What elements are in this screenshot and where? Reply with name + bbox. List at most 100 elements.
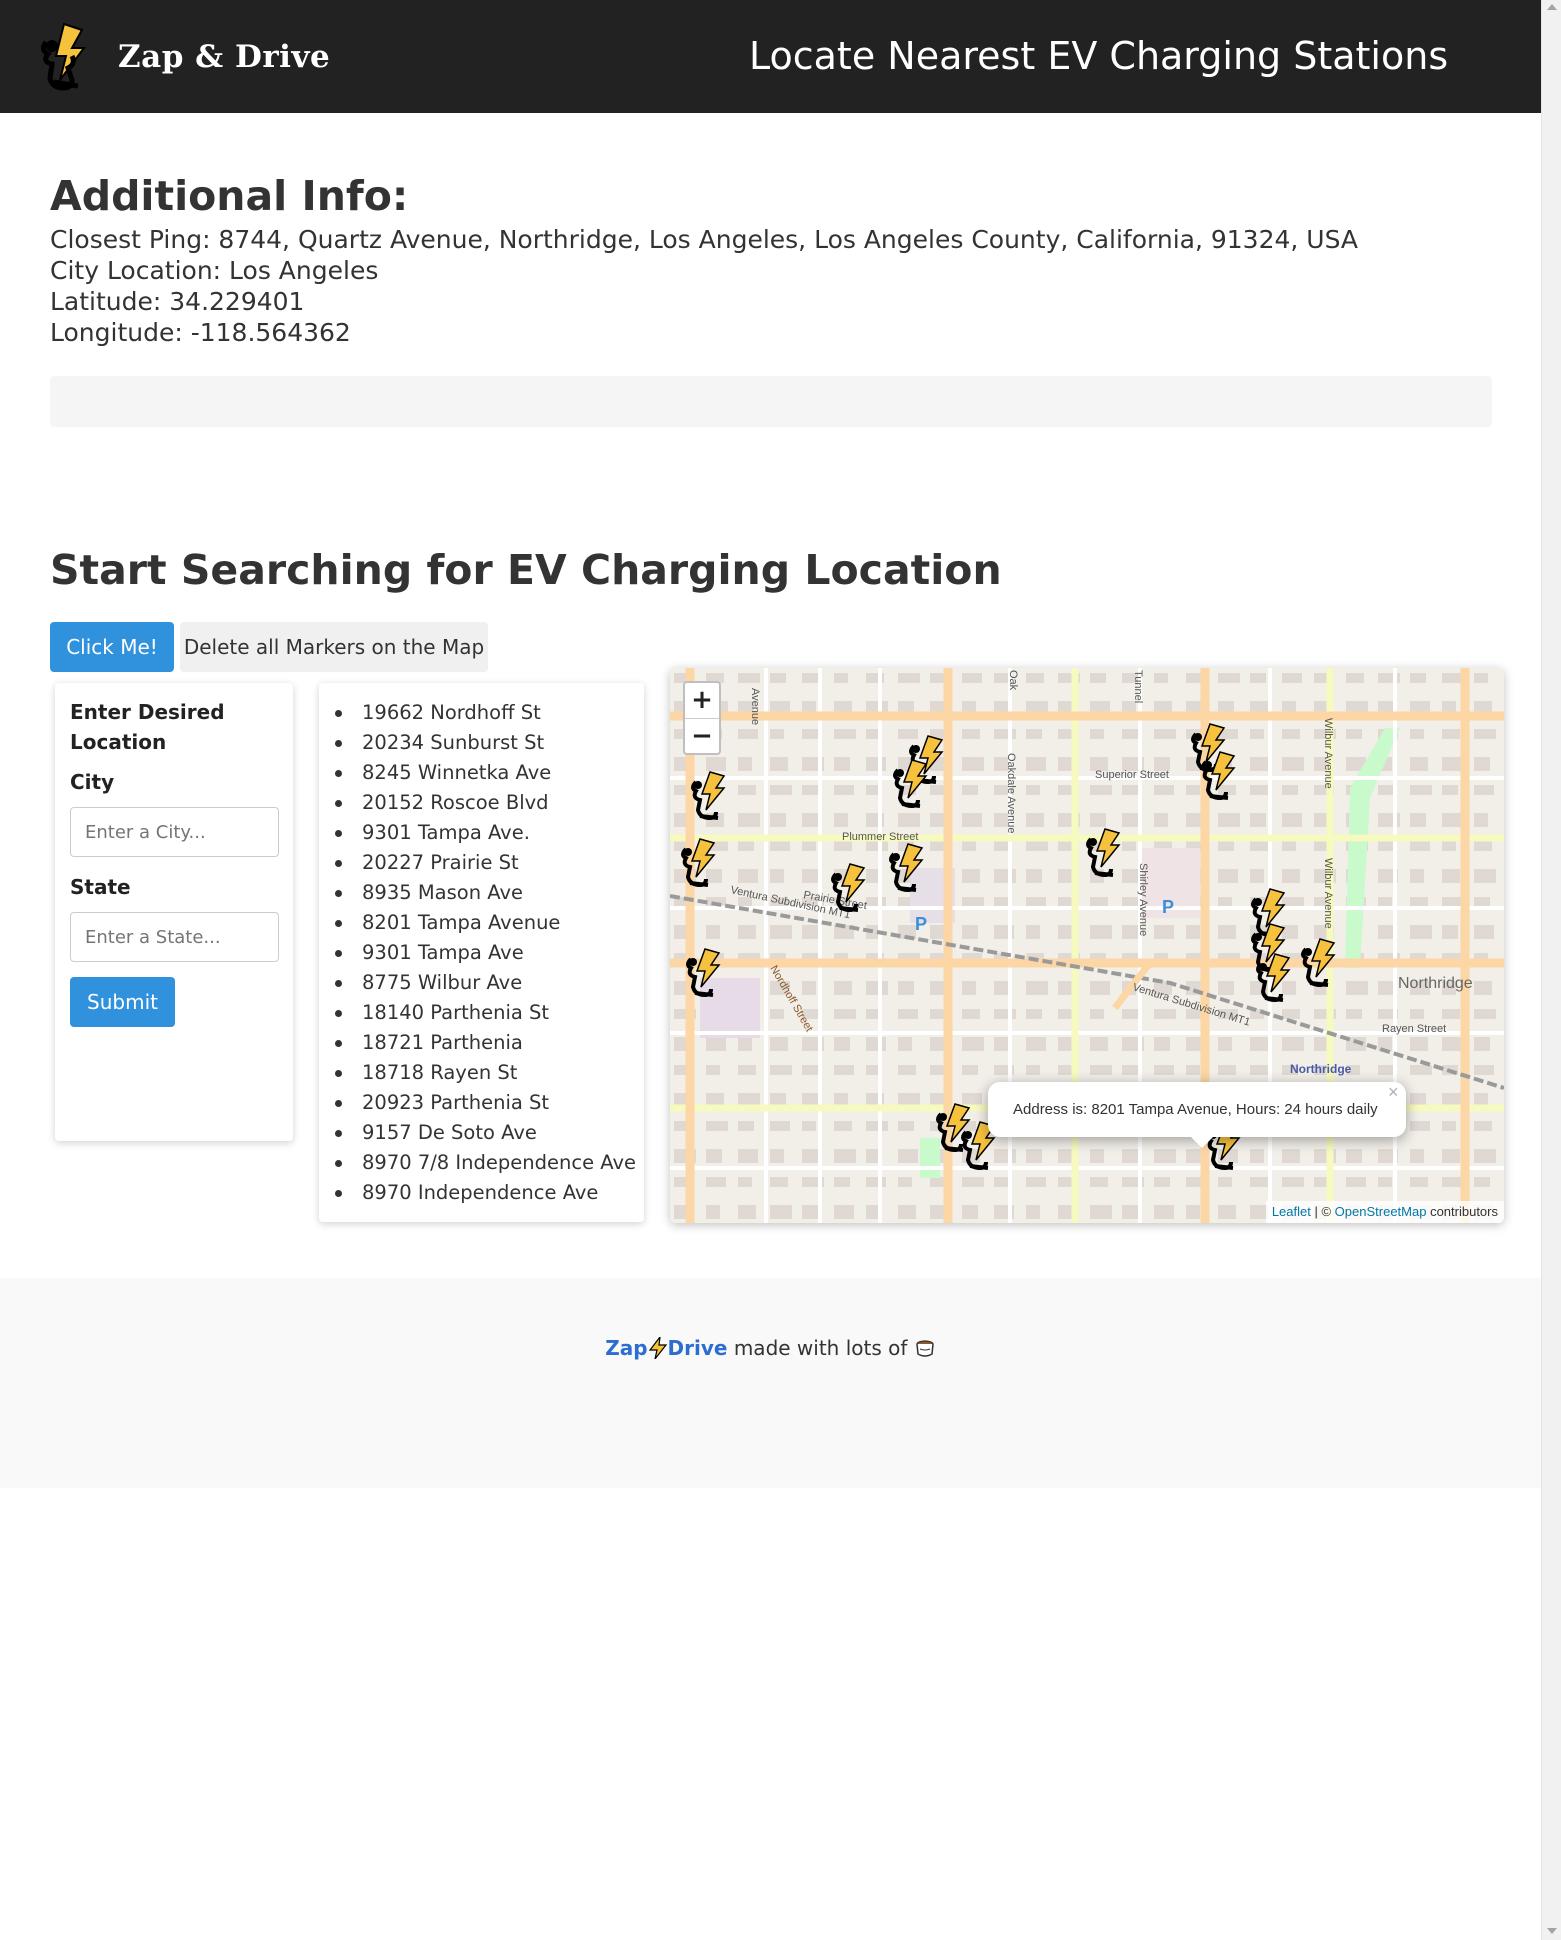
map-building <box>1250 673 1266 683</box>
map-building <box>898 1177 912 1187</box>
popup-tip <box>1190 1136 1214 1148</box>
map-building <box>962 1009 980 1019</box>
brand-link[interactable]: Zap & Drive <box>38 22 330 92</box>
map-building <box>1474 1121 1492 1131</box>
state-label: State <box>70 875 131 899</box>
map-building <box>706 757 726 771</box>
map-building <box>898 673 920 683</box>
map-building <box>834 1177 850 1187</box>
location-list-item: 8935 Mason Ave <box>319 878 636 908</box>
map-building <box>1218 1037 1232 1051</box>
map-building <box>1410 1177 1428 1187</box>
map-building <box>1442 869 1460 883</box>
info-well <box>50 376 1492 427</box>
zoom-out-button[interactable]: − <box>685 719 719 754</box>
map-building <box>962 1065 978 1075</box>
zoom-in-button[interactable]: + <box>685 683 719 718</box>
map-building <box>1090 813 1106 827</box>
bolt-icon <box>648 1337 667 1359</box>
map-building <box>770 1177 788 1187</box>
map-building <box>1474 1037 1490 1051</box>
map-building <box>1026 1009 1042 1019</box>
map-building <box>1442 1009 1460 1019</box>
openstreetmap-link[interactable]: OpenStreetMap <box>1335 1204 1427 1219</box>
map-building <box>962 981 976 995</box>
map-building <box>802 925 818 939</box>
city-input[interactable] <box>70 807 279 857</box>
map-building <box>802 1149 820 1163</box>
page-scrollbar[interactable] <box>1541 0 1561 1940</box>
map-building <box>1250 1037 1268 1051</box>
map-building <box>1154 1009 1176 1019</box>
street-label-oakdale: Oakdale Avenue <box>1005 753 1017 834</box>
footer-brand-drive[interactable]: Drive <box>668 1336 728 1360</box>
map-building <box>706 869 722 883</box>
map-building <box>1282 785 1298 795</box>
footer: Zap Drive made with lots of <box>0 1278 1541 1488</box>
map-building <box>738 841 754 851</box>
map-building <box>1474 785 1494 795</box>
map-building <box>1410 869 1424 883</box>
map-building <box>1026 785 1040 795</box>
map-building <box>1154 1177 1170 1187</box>
click-me-button[interactable]: Click Me! <box>50 622 174 672</box>
location-list-item: 9157 De Soto Ave <box>319 1118 636 1148</box>
map-building <box>1474 729 1496 739</box>
map-building <box>770 925 792 939</box>
map-building <box>1442 1121 1456 1131</box>
map-building <box>1218 1065 1236 1075</box>
map-building <box>738 1177 752 1187</box>
popup-close-icon[interactable]: × <box>1388 1082 1399 1103</box>
map-building <box>1474 869 1496 883</box>
map-building <box>770 1037 788 1051</box>
scroll-up-arrow-icon[interactable] <box>1547 4 1557 10</box>
state-input[interactable] <box>70 912 279 962</box>
footer-brand-zap[interactable]: Zap <box>605 1336 647 1360</box>
map-building <box>1026 729 1042 739</box>
map-building <box>994 897 1010 907</box>
map-building <box>770 1065 792 1075</box>
map-building <box>994 1009 1016 1019</box>
map-building <box>1026 1205 1040 1219</box>
locations-list-card: 19662 Nordhoff St 20234 Sunburst St 8245 W… <box>319 683 644 1222</box>
scroll-down-arrow-icon[interactable] <box>1547 1928 1557 1934</box>
map-building <box>802 869 820 883</box>
additional-info-heading: Additional Info: <box>50 172 409 220</box>
submit-button[interactable]: Submit <box>70 977 175 1027</box>
map-building <box>834 673 848 683</box>
map-area-left <box>700 978 760 1038</box>
map-building <box>738 925 756 939</box>
map-building <box>1218 925 1236 939</box>
map-building <box>1282 869 1300 883</box>
map-building <box>1346 1149 1362 1163</box>
map-building <box>1154 1149 1176 1163</box>
map-building <box>1410 729 1424 739</box>
map-building <box>1122 925 1138 939</box>
delete-markers-button[interactable]: Delete all Markers on the Map <box>180 622 488 672</box>
map-building <box>834 1065 854 1075</box>
map-building <box>1026 1065 1040 1075</box>
map-building <box>962 785 978 795</box>
map-building <box>1186 1065 1200 1075</box>
map-building <box>738 1149 758 1163</box>
closest-ping-text: Closest Ping: 8744, Quartz Avenue, North… <box>50 225 1359 254</box>
map[interactable]: Avenue Oak Tunnel Superior Street Wilbur… <box>670 668 1504 1223</box>
map-building <box>1090 1149 1104 1163</box>
street-label-oak: Oak <box>1007 670 1019 691</box>
leaflet-link[interactable]: Leaflet <box>1272 1204 1311 1219</box>
map-tiles[interactable]: Avenue Oak Tunnel Superior Street Wilbur… <box>670 668 1504 1223</box>
map-building <box>1154 925 1174 939</box>
map-building <box>1410 925 1432 939</box>
footer-text: made with lots of <box>727 1336 914 1360</box>
map-building <box>1410 1065 1432 1075</box>
map-building <box>1282 1037 1304 1051</box>
location-list-item: 18718 Rayen St <box>319 1058 636 1088</box>
map-building <box>1026 813 1044 827</box>
map-building <box>1090 981 1110 995</box>
map-building <box>738 673 760 683</box>
map-building <box>898 981 914 995</box>
map-building <box>962 1205 978 1219</box>
map-building <box>866 1037 886 1051</box>
map-building <box>1410 897 1428 907</box>
map-building <box>1410 785 1432 795</box>
